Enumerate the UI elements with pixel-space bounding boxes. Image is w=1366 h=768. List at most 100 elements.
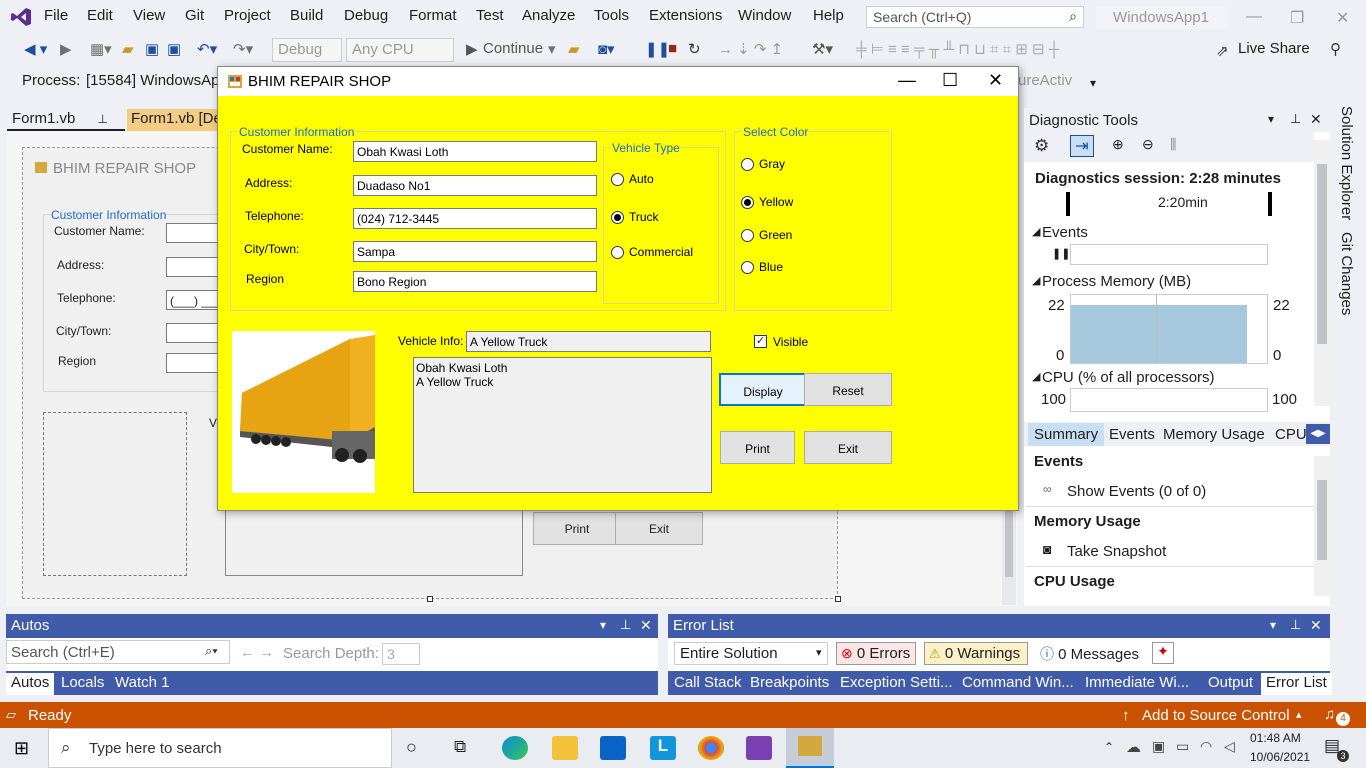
meet-now-icon[interactable]: ▣ bbox=[1152, 738, 1165, 755]
dialog-minimize-icon[interactable]: — bbox=[898, 70, 916, 91]
radio-commercial[interactable] bbox=[611, 246, 624, 259]
radio-auto[interactable] bbox=[611, 173, 624, 186]
radio-green[interactable] bbox=[741, 229, 754, 242]
textbox-region[interactable]: Bono Region bbox=[353, 271, 597, 292]
panel-dropdown-icon[interactable]: ▾ bbox=[600, 618, 606, 632]
new-project-icon[interactable]: ▦▾ bbox=[90, 40, 112, 58]
tab-command-window[interactable]: Command Win... bbox=[957, 673, 1079, 695]
resize-handle[interactable] bbox=[427, 596, 433, 602]
app-insights-arrow-icon[interactable]: ▾ bbox=[1090, 76, 1096, 90]
taskbar-time[interactable]: 01:48 AM bbox=[1250, 731, 1301, 745]
open-folder-icon[interactable]: ▰ bbox=[122, 40, 134, 58]
zoom-in-icon[interactable]: ⊕ bbox=[1112, 136, 1124, 153]
visible-checkbox-label[interactable]: Visible bbox=[773, 335, 808, 349]
live-share-button[interactable]: Live Share bbox=[1238, 40, 1310, 57]
radio-gray-label[interactable]: Gray bbox=[759, 157, 785, 171]
tab-exception-settings[interactable]: Exception Setti... bbox=[835, 673, 958, 695]
collapse-cpu-icon[interactable]: ◢ bbox=[1032, 370, 1040, 383]
attach-icon[interactable]: ▰ bbox=[568, 40, 580, 58]
textbox-telephone[interactable]: (024) 712-3445 bbox=[353, 208, 597, 229]
menu-window[interactable]: Window bbox=[738, 7, 791, 24]
textbox-city[interactable]: Sampa bbox=[353, 241, 597, 262]
notifications-bell-icon[interactable]: ♫ bbox=[1324, 706, 1335, 723]
messages-filter-button[interactable]: ⓘ 0 Messages bbox=[1036, 642, 1146, 665]
collapse-events-icon[interactable]: ◢ bbox=[1032, 225, 1040, 238]
design-exit-button[interactable]: Exit bbox=[615, 512, 703, 545]
close-panel-icon[interactable]: ✕ bbox=[1310, 111, 1322, 128]
search-input[interactable]: Search (Ctrl+Q) ⌕ bbox=[866, 6, 1084, 28]
visual-studio-taskbar-icon[interactable] bbox=[746, 736, 772, 760]
chevron-up-icon[interactable]: ▴ bbox=[1296, 708, 1302, 721]
radio-green-label[interactable]: Green bbox=[759, 228, 792, 242]
tab-locals[interactable]: Locals bbox=[56, 673, 109, 695]
camera-icon[interactable]: ◙▾ bbox=[598, 40, 615, 58]
step-icons[interactable]: → ⇣ ↷ ↥ bbox=[718, 40, 783, 58]
radio-blue-label[interactable]: Blue bbox=[759, 260, 783, 274]
pin-icon[interactable]: ⊥ bbox=[98, 112, 108, 126]
tab-error-list[interactable]: Error List bbox=[1261, 673, 1332, 695]
menu-analyze[interactable]: Analyze bbox=[522, 7, 575, 24]
taskbar-date[interactable]: 10/06/2021 bbox=[1250, 750, 1310, 764]
menu-test[interactable]: Test bbox=[476, 7, 504, 24]
print-button[interactable]: Print bbox=[720, 431, 795, 464]
forward-icon[interactable]: ▶ bbox=[60, 40, 72, 58]
menu-tools[interactable]: Tools bbox=[594, 7, 629, 24]
undo-icon[interactable]: ↶▾ bbox=[197, 40, 217, 58]
volume-icon[interactable]: ◁ bbox=[1224, 738, 1235, 755]
panel-dropdown-icon[interactable]: ▾ bbox=[1268, 112, 1274, 126]
continue-dropdown-icon[interactable]: ▾ bbox=[548, 40, 556, 58]
restart-icon[interactable]: ↻ bbox=[688, 40, 701, 58]
live-share-icon[interactable]: ⇗ bbox=[1216, 42, 1229, 60]
running-app-taskbar-button[interactable] bbox=[786, 728, 834, 768]
chrome-browser-icon[interactable] bbox=[698, 736, 724, 760]
search-depth-dropdown[interactable]: 3 bbox=[382, 643, 420, 665]
stop-icon[interactable]: ■ bbox=[668, 40, 677, 57]
menu-build[interactable]: Build bbox=[290, 7, 323, 24]
continue-play-icon[interactable]: ▶ bbox=[466, 40, 478, 58]
close-panel-icon[interactable]: ✕ bbox=[640, 617, 652, 634]
git-changes-tab[interactable]: Git Changes bbox=[1338, 232, 1355, 315]
autos-search-input[interactable]: Search (Ctrl+E) ⌕▾ bbox=[6, 640, 230, 664]
radio-gray[interactable] bbox=[741, 158, 754, 171]
pin-icon[interactable]: ⊥ bbox=[620, 617, 631, 633]
show-events-link[interactable]: Show Events (0 of 0) bbox=[1067, 483, 1206, 500]
menu-project[interactable]: Project bbox=[224, 7, 271, 24]
redo-icon[interactable]: ↷▾ bbox=[233, 40, 253, 58]
menu-help[interactable]: Help bbox=[813, 7, 844, 24]
menu-edit[interactable]: Edit bbox=[87, 7, 113, 24]
exit-button[interactable]: Exit bbox=[804, 431, 892, 464]
menu-extensions[interactable]: Extensions bbox=[649, 7, 722, 24]
pin-icon[interactable]: ⊥ bbox=[1290, 617, 1301, 633]
cortana-icon[interactable]: ○ bbox=[406, 737, 417, 758]
radio-truck-label[interactable]: Truck bbox=[629, 210, 659, 224]
textbox-customer-name[interactable]: Obah Kwasi Loth bbox=[353, 141, 597, 162]
radio-yellow[interactable] bbox=[741, 196, 754, 209]
collapse-memory-icon[interactable]: ◢ bbox=[1032, 274, 1040, 287]
solution-explorer-tab[interactable]: Solution Explorer bbox=[1338, 106, 1355, 220]
tab-memory-usage[interactable]: Memory Usage bbox=[1163, 426, 1265, 443]
tab-call-stack[interactable]: Call Stack bbox=[669, 673, 747, 695]
tab-autos[interactable]: Autos bbox=[6, 673, 55, 695]
close-panel-icon[interactable]: ✕ bbox=[1310, 617, 1322, 634]
config-dropdown[interactable]: Debug bbox=[272, 38, 342, 62]
visible-checkbox[interactable]: ✓ bbox=[754, 335, 767, 348]
reset-button[interactable]: Reset bbox=[804, 373, 892, 406]
dialog-close-icon[interactable]: ✕ bbox=[988, 70, 1003, 91]
back-icon[interactable]: ◀ ▾ bbox=[24, 40, 47, 58]
radio-yellow-label[interactable]: Yellow bbox=[759, 195, 793, 209]
feedback-icon[interactable]: ⚲ bbox=[1330, 40, 1341, 58]
zoom-out-icon[interactable]: ⊖ bbox=[1142, 136, 1154, 153]
windows-start-icon[interactable]: ⊞ bbox=[14, 738, 29, 759]
wifi-icon[interactable]: ◠ bbox=[1200, 738, 1212, 755]
tab-breakpoints[interactable]: Breakpoints bbox=[745, 673, 834, 695]
vehicle-info-textbox[interactable]: A Yellow Truck bbox=[466, 331, 711, 352]
textbox-address[interactable]: Duadaso No1 bbox=[353, 175, 597, 196]
menu-git[interactable]: Git bbox=[185, 7, 204, 24]
diag-lower-scrollbar[interactable] bbox=[1314, 456, 1330, 596]
lync-app-icon[interactable]: L bbox=[650, 736, 676, 760]
radio-auto-label[interactable]: Auto bbox=[629, 172, 654, 186]
battery-icon[interactable]: ▭ bbox=[1176, 738, 1189, 755]
hot-reload-icon[interactable]: ⚒▾ bbox=[812, 40, 833, 58]
tab-output[interactable]: Output bbox=[1203, 673, 1258, 695]
warnings-filter-button[interactable]: ⚠ 0 Warnings bbox=[924, 642, 1028, 665]
